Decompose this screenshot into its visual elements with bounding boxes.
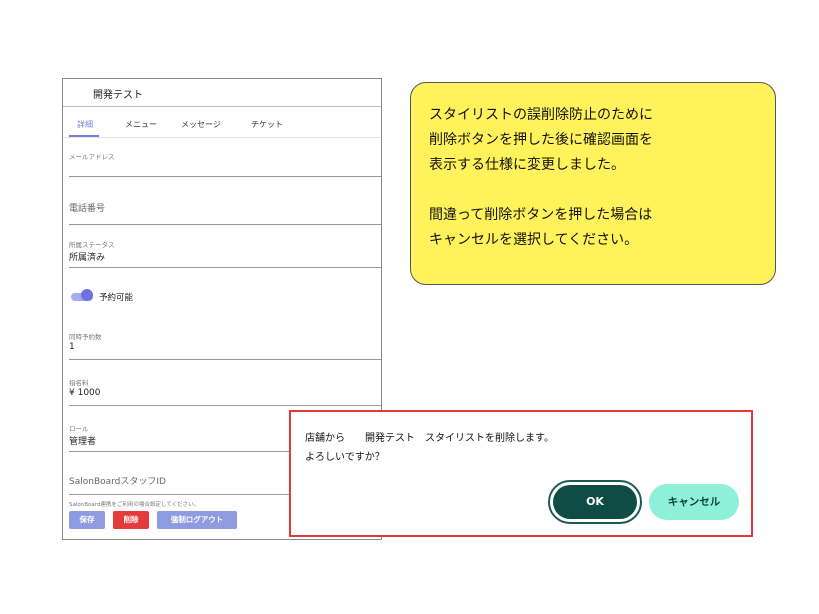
ok-button-focus-ring[interactable]: OK [548,480,642,524]
nomination-fee-underline [69,405,381,406]
tab-tickets[interactable]: チケット [251,119,283,130]
concurrent-reservations-field[interactable]: 同時予約数 1 [69,329,381,361]
phone-placeholder: 電話番号 [69,204,106,214]
panel-title: 開発テスト [93,90,143,101]
concurrent-value: 1 [69,342,75,352]
tab-messages[interactable]: メッセージ [181,119,221,130]
status-value: 所属済み [69,253,106,263]
salonboard-helper-text: SalonBoard連携をご利用の場合設定してください。 [69,502,200,508]
phone-field[interactable]: 電話番号 [69,195,381,225]
notice-line: スタイリストの誤削除防止のために [429,107,653,123]
status-select[interactable]: 所属ステータス 所属済み [69,237,381,269]
notice-callout: スタイリストの誤削除防止のために 削除ボタンを押した後に確認画面を 表示する仕様… [410,82,776,285]
email-label: メールアドレス [69,153,115,161]
delete-confirm-dialog: 店舗から 開発テスト スタイリストを削除します。 よろしいですか？ OK キャン… [289,410,753,537]
cancel-button[interactable]: キャンセル [649,484,739,520]
delete-button[interactable]: 削除 [113,511,149,529]
notice-line: 表示する仕様に変更しました。 [429,157,625,173]
reservable-toggle-knob[interactable] [81,289,93,301]
reservable-label: 予約可能 [99,293,134,303]
email-field[interactable]: メールアドレス [69,147,381,177]
concurrent-label: 同時予約数 [69,333,102,341]
tab-menu[interactable]: メニュー [125,119,157,130]
role-value: 管理者 [69,437,97,447]
salonboard-id-placeholder: SalonBoardスタッフID [69,477,166,487]
force-logout-button[interactable]: 強制ログアウト [157,511,237,529]
notice-text: スタイリストの誤削除防止のために 削除ボタンを押した後に確認画面を 表示する仕様… [429,103,653,253]
dialog-question: よろしいですか？ [305,452,385,463]
status-label: 所属ステータス [69,241,115,249]
nomination-fee-label: 指名料 [69,379,89,387]
role-label: ロール [69,425,89,433]
tabs-divider [63,137,381,138]
notice-line: 間違って削除ボタンを押した場合は [429,207,653,223]
nomination-fee-field[interactable]: 指名料 ¥ 1000 [69,375,381,407]
tab-details[interactable]: 詳細 [77,119,93,130]
concurrent-underline [69,359,381,360]
nomination-fee-value: ¥ 1000 [69,388,101,398]
save-button[interactable]: 保存 [69,511,105,529]
title-divider [63,106,381,107]
notice-spacer [429,178,653,203]
email-underline [69,176,381,177]
dialog-message: 店舗から 開発テスト スタイリストを削除します。 [305,433,554,444]
status-underline [69,267,381,268]
notice-line: キャンセルを選択してください。 [429,232,639,248]
tab-bar: 詳細 メニュー メッセージ チケット [63,119,381,139]
notice-line: 削除ボタンを押した後に確認画面を [429,132,653,148]
ok-button[interactable]: OK [553,485,637,519]
phone-underline [69,224,381,225]
